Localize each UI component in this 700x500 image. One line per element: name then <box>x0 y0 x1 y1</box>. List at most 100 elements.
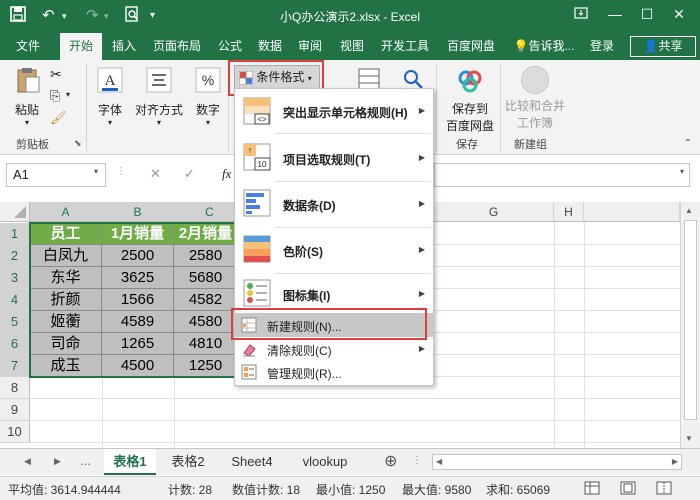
page-break-view-icon[interactable] <box>656 481 672 498</box>
row-header[interactable]: 9 <box>0 399 30 421</box>
menu-item-highlight-rules[interactable]: <> 突出显示单元格规则(H) ▶ <box>235 93 433 129</box>
number-button[interactable]: % 数字 ▾ <box>190 66 226 127</box>
name-box-dropdown-icon[interactable]: ▾ <box>94 167 98 176</box>
compare-merge-button[interactable]: 比较和合并 工作簿 <box>502 66 568 131</box>
cells-icon[interactable] <box>358 68 380 90</box>
menu-item-data-bars[interactable]: 数据条(D) ▶ <box>235 185 433 225</box>
share-button[interactable]: 👤共享 <box>630 36 696 57</box>
tab-data[interactable]: 数据 <box>252 33 288 60</box>
undo-icon[interactable]: ↶ <box>42 6 55 26</box>
sheet-tab[interactable]: 表格2 <box>160 449 216 475</box>
copy-dropdown-icon[interactable]: ▾ <box>66 90 70 99</box>
collapse-ribbon-icon[interactable]: ⌃ <box>684 138 692 149</box>
column-header-b[interactable]: B <box>102 202 174 222</box>
percent-icon: % <box>195 67 221 93</box>
scroll-right-icon[interactable]: ▶ <box>672 457 678 466</box>
save-icon[interactable] <box>10 6 26 28</box>
row-header[interactable]: 5 <box>0 311 30 333</box>
save-to-baidu-button[interactable]: 保存到 百度网盘 <box>440 66 500 134</box>
tab-view[interactable]: 视图 <box>334 33 370 60</box>
submenu-arrow-icon: ▶ <box>418 106 425 115</box>
tab-home[interactable]: 开始 <box>60 33 102 60</box>
find-icon[interactable] <box>402 68 424 90</box>
font-button[interactable]: A 字体 ▾ <box>92 66 128 127</box>
cancel-icon[interactable]: ✕ <box>150 166 161 182</box>
tab-formulas[interactable]: 公式 <box>212 33 248 60</box>
tab-baidu-netdisk[interactable]: 百度网盘 <box>440 33 502 60</box>
row-header[interactable]: 10 <box>0 421 30 443</box>
scroll-left-icon[interactable]: ◀ <box>436 457 442 466</box>
vertical-scrollbar[interactable]: ▲ ▼ <box>680 202 700 448</box>
select-all-corner[interactable] <box>0 202 30 222</box>
sheet-tab[interactable]: Sheet4 <box>220 449 284 475</box>
prev-sheet-icon[interactable]: ◀ <box>24 456 31 467</box>
status-numeric-count: 数值计数: 18 <box>232 483 301 497</box>
scroll-up-icon[interactable]: ▲ <box>685 206 693 215</box>
drag-handle-icon[interactable]: ⋮ <box>116 166 126 177</box>
column-header-a[interactable]: A <box>30 202 102 222</box>
submenu-arrow-icon: ▶ <box>418 289 425 298</box>
menu-item-clear-rules[interactable]: 清除规则(C) ▶ <box>235 339 433 359</box>
menu-item-color-scales[interactable]: 色阶(S) ▶ <box>235 231 433 271</box>
menu-item-top-bottom-rules[interactable]: ↑ 10 项目选取规则(T) ▶ <box>235 137 433 177</box>
row-header[interactable]: 8 <box>0 377 30 399</box>
row-header[interactable]: 7 <box>0 355 30 377</box>
sign-in-link[interactable]: 登录 <box>584 33 620 60</box>
sheet-tab[interactable]: vlookup <box>288 449 362 475</box>
row-header[interactable]: 2 <box>0 245 30 267</box>
status-max: 最大值: 9580 <box>402 483 472 497</box>
sheet-tab[interactable]: 表格1 <box>104 449 156 475</box>
tab-file[interactable]: 文件 <box>8 33 48 60</box>
redo-icon[interactable]: ↷ <box>86 6 99 26</box>
tab-splitter-icon[interactable]: ⋮ <box>412 455 422 466</box>
row-header[interactable]: 3 <box>0 267 30 289</box>
menu-item-manage-rules[interactable]: 管理规则(R)... <box>235 361 433 383</box>
undo-dropdown-icon[interactable]: ▾ <box>62 6 67 26</box>
insert-function-icon[interactable]: fx <box>222 166 231 182</box>
copy-icon[interactable]: ⎘ <box>50 88 60 104</box>
highlight-rules-icon: <> <box>243 97 271 125</box>
enter-icon[interactable]: ✓ <box>184 166 195 182</box>
format-painter-icon[interactable]: 🖌 <box>50 110 67 126</box>
ribbon-display-icon[interactable] <box>566 6 596 22</box>
name-box[interactable]: A1 <box>6 163 106 187</box>
cut-icon[interactable]: ✂ <box>50 66 62 83</box>
new-rule-highlight-box <box>231 308 427 340</box>
title-bar: ↶ ▾ ↷ ▾ ▾ 小Q办公演示2.xlsx - Excel — ☐ ✕ <box>0 0 700 33</box>
row-header[interactable]: 1 <box>0 223 30 245</box>
align-icon <box>146 67 172 93</box>
save-group-label: 保存 <box>456 139 478 151</box>
normal-view-icon[interactable] <box>584 481 600 498</box>
scroll-thumb[interactable] <box>684 220 697 420</box>
tab-tell-me[interactable]: 💡告诉我... <box>510 33 578 60</box>
customize-icon[interactable]: ▾ <box>150 6 155 26</box>
column-header-h[interactable]: H <box>554 202 584 222</box>
expand-formula-icon[interactable]: ▾ <box>680 167 684 176</box>
row-header[interactable]: 4 <box>0 289 30 311</box>
add-sheet-icon[interactable]: ⊕ <box>384 451 397 471</box>
tab-review[interactable]: 审阅 <box>292 33 328 60</box>
eraser-icon <box>243 344 256 357</box>
svg-text:10: 10 <box>258 160 267 169</box>
person-icon: 👤 <box>643 39 659 53</box>
scroll-down-icon[interactable]: ▼ <box>685 434 693 443</box>
tab-page-layout[interactable]: 页面布局 <box>146 33 208 60</box>
page-layout-view-icon[interactable] <box>620 481 636 498</box>
more-sheets-icon[interactable]: ... <box>80 453 91 468</box>
tab-developer[interactable]: 开发工具 <box>374 33 436 60</box>
next-sheet-icon[interactable]: ▶ <box>54 456 61 467</box>
horizontal-scrollbar[interactable]: ◀ ▶ <box>432 454 682 470</box>
dialog-launcher-icon[interactable]: ⬊ <box>74 138 82 149</box>
row-header[interactable]: 6 <box>0 333 30 355</box>
restore-button[interactable]: ☐ <box>632 6 662 23</box>
redo-dropdown-icon[interactable]: ▾ <box>104 6 109 26</box>
column-header-i[interactable] <box>584 202 680 222</box>
column-header-g[interactable]: G <box>434 202 554 222</box>
alignment-button[interactable]: 对齐方式 ▾ <box>130 66 188 127</box>
formula-input[interactable] <box>434 163 690 187</box>
paste-button[interactable]: 粘贴 ▾ <box>10 66 44 127</box>
close-button[interactable]: ✕ <box>664 6 694 23</box>
minimize-button[interactable]: — <box>600 6 630 22</box>
tab-insert[interactable]: 插入 <box>106 33 142 60</box>
print-preview-icon[interactable] <box>124 6 140 28</box>
